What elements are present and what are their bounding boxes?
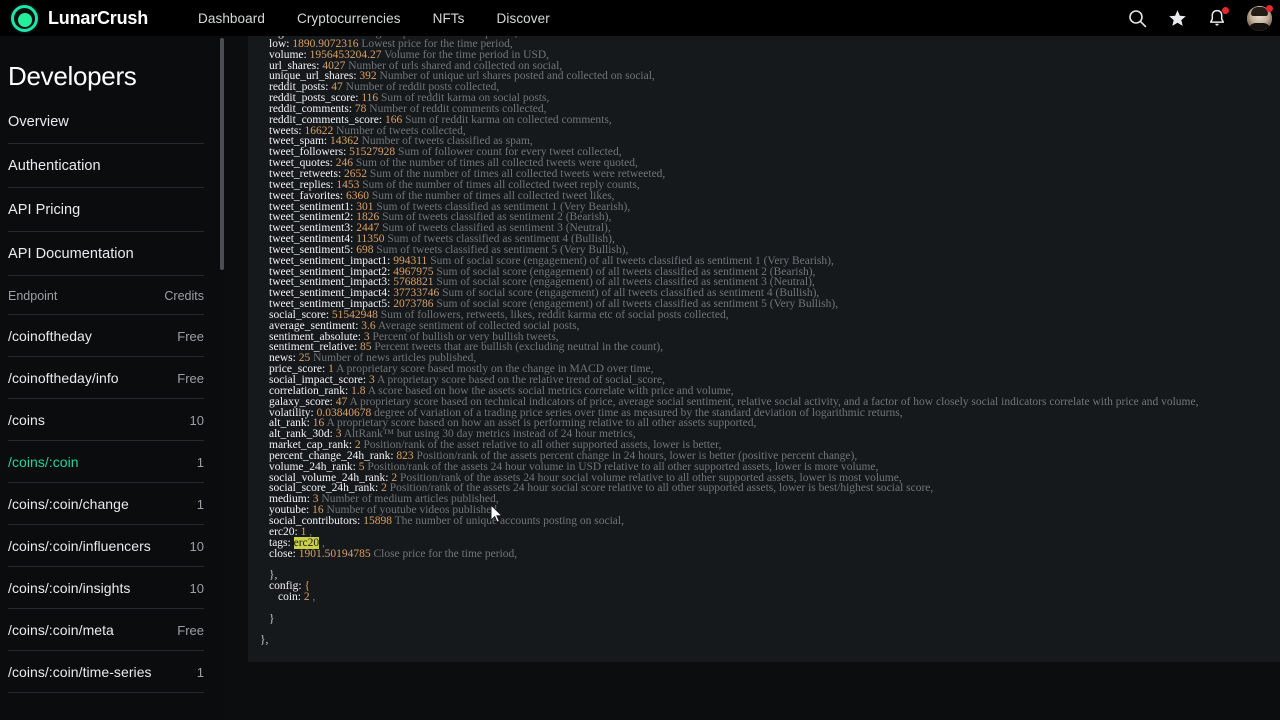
brand-logo[interactable]: LunarCrush <box>9 2 149 34</box>
endpoint-path: /coins/:coin/time-series <box>8 664 152 680</box>
developers-sidebar: Developers Overview Authentication API P… <box>0 36 225 720</box>
endpoint-path: /coins/:coin/change <box>8 496 129 512</box>
code-line: }, <box>260 634 269 647</box>
endpoint-credits: 1 <box>196 497 204 512</box>
endpoint-path: /coins/:coin <box>8 454 79 470</box>
nav-link-discover[interactable]: Discover <box>497 11 550 26</box>
endpoint-credits: 10 <box>189 413 204 428</box>
bell-icon[interactable] <box>1207 7 1229 28</box>
json-response-code: high: 1928.4911429 Highest price for the… <box>260 36 1280 646</box>
search-icon[interactable] <box>1127 8 1147 28</box>
bell-notification-badge <box>1222 7 1229 14</box>
main-nav: Dashboard Cryptocurrencies NFTs Discover <box>198 11 550 26</box>
endpoint-path: /coins/:coin/influencers <box>8 538 151 554</box>
sidebar-item-overview[interactable]: Overview <box>8 100 204 144</box>
nav-link-nfts[interactable]: NFTs <box>433 11 465 26</box>
sidebar-item-api-documentation[interactable]: API Documentation <box>8 232 204 276</box>
endpoint-row[interactable]: /coins 10 <box>8 399 204 441</box>
sidebar-item-api-pricing[interactable]: API Pricing <box>8 188 204 232</box>
endpoint-table-header: Endpoint Credits <box>8 276 204 315</box>
endpoint-credits: Free <box>177 329 204 344</box>
code-line: erc20: 1 , <box>269 525 313 538</box>
lunarcrush-logo-icon <box>9 2 40 34</box>
star-icon[interactable] <box>1167 8 1187 28</box>
endpoint-row[interactable]: /coins/:coin 1 <box>8 441 204 483</box>
endpoint-credits: 1 <box>196 455 204 470</box>
brand-name: LunarCrush <box>48 7 149 28</box>
code-line: close: 1901.50194785 Close price for the… <box>269 547 518 560</box>
code-line: config: { <box>269 580 310 593</box>
code-response-panel[interactable]: high: 1928.4911429 Highest price for the… <box>248 36 1280 662</box>
avatar-notification-badge <box>1266 4 1273 12</box>
nav-link-dashboard[interactable]: Dashboard <box>198 11 265 26</box>
top-navigation-bar: LunarCrush Dashboard Cryptocurrencies NF… <box>0 0 1280 36</box>
sidebar-item-authentication[interactable]: Authentication <box>8 144 204 188</box>
endpoint-path: /coinoftheday <box>8 328 92 344</box>
sidebar-scrollbar-thumb[interactable] <box>220 38 224 270</box>
endpoint-path: /coinoftheday/info <box>8 370 119 386</box>
endpoint-row[interactable]: /coinoftheday/info Free <box>8 357 204 399</box>
credits-column-label: Credits <box>164 289 204 303</box>
code-line: }, <box>269 569 278 582</box>
sidebar-title: Developers <box>8 61 137 91</box>
main-content: high: 1928.4911429 Highest price for the… <box>225 36 1280 720</box>
endpoint-column-label: Endpoint <box>8 289 58 303</box>
endpoint-path: /coins/:coin/meta <box>8 622 114 638</box>
nav-link-cryptocurrencies[interactable]: Cryptocurrencies <box>297 11 401 26</box>
endpoint-row[interactable]: /coins/:coin/influencers 10 <box>8 525 204 567</box>
endpoint-row[interactable]: /coins/:coin/meta Free <box>8 609 204 651</box>
endpoint-path: /coins <box>8 412 45 428</box>
endpoint-row[interactable]: /coins/:coin/change 1 <box>8 483 204 525</box>
endpoint-credits: 10 <box>189 581 204 596</box>
code-line: social_contributors: 15898 The number of… <box>269 514 624 527</box>
endpoint-row[interactable]: /coins/:coin/time-series 1 <box>8 651 204 693</box>
endpoint-credits: Free <box>177 623 204 638</box>
endpoint-list: /coinoftheday Free/coinoftheday/info Free /… <box>8 315 204 693</box>
endpoint-credits: 10 <box>189 539 204 554</box>
code-line: } <box>269 612 275 625</box>
top-bar-actions <box>1127 0 1273 36</box>
avatar[interactable] <box>1247 4 1273 31</box>
endpoint-path: /coins/:coin/insights <box>8 580 131 596</box>
endpoint-credits: Free <box>177 371 204 386</box>
endpoint-row[interactable]: /coins/:coin/insights 10 <box>8 567 204 609</box>
endpoint-credits: 1 <box>196 665 204 680</box>
code-line: coin: 2 , <box>278 590 316 603</box>
endpoint-row[interactable]: /coinoftheday Free <box>8 315 204 357</box>
